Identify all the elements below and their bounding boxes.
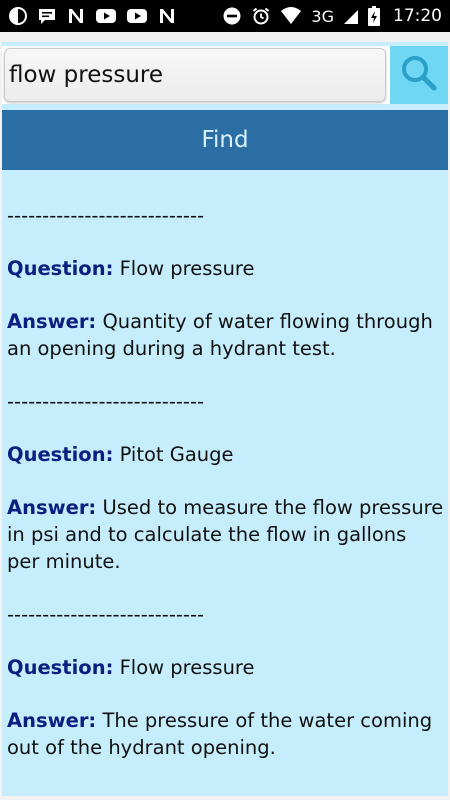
status-bar-right: 3G 17:20 bbox=[222, 6, 442, 26]
question-line: Question: Flow pressure bbox=[7, 255, 444, 282]
answer-line: Answer: The pressure of the water coming… bbox=[7, 707, 444, 761]
question-label: Question: bbox=[7, 443, 114, 466]
status-bar-left bbox=[8, 6, 177, 26]
search-bar bbox=[2, 46, 448, 104]
question-text: Flow pressure bbox=[119, 257, 255, 280]
youtube-icon bbox=[126, 7, 148, 25]
question-label: Question: bbox=[7, 257, 114, 280]
youtube-icon bbox=[95, 7, 117, 25]
question-text: Pitot Gauge bbox=[119, 443, 234, 466]
alarm-clock-icon bbox=[251, 6, 271, 26]
answer-line: Answer: Used to measure the flow pressur… bbox=[7, 494, 444, 575]
cell-signal-icon bbox=[343, 7, 359, 25]
do-not-disturb-icon bbox=[222, 6, 242, 26]
find-button[interactable]: Find bbox=[2, 110, 448, 170]
result-item: ---------------------------- Question: P… bbox=[7, 388, 444, 601]
results-list: ---------------------------- Question: F… bbox=[7, 202, 444, 761]
network-type-label: 3G bbox=[311, 6, 334, 26]
question-line: Question: Flow pressure bbox=[7, 654, 444, 681]
n-app-icon bbox=[157, 6, 177, 26]
answer-line: Answer: Quantity of water flowing throug… bbox=[7, 308, 444, 362]
search-button[interactable] bbox=[390, 46, 448, 104]
separator-line: ---------------------------- bbox=[7, 204, 205, 227]
search-input[interactable] bbox=[4, 48, 386, 102]
battery-charging-icon bbox=[368, 6, 380, 26]
app-content: Find ---------------------------- Questi… bbox=[2, 42, 448, 796]
clock-time: 17:20 bbox=[393, 6, 442, 26]
separator-line: ---------------------------- bbox=[7, 390, 205, 413]
result-item: ---------------------------- Question: F… bbox=[7, 601, 444, 761]
result-item: ---------------------------- Question: F… bbox=[7, 202, 444, 388]
half-moon-icon bbox=[8, 6, 28, 26]
question-text: Flow pressure bbox=[119, 656, 255, 679]
separator-line: ---------------------------- bbox=[7, 603, 205, 626]
answer-label: Answer: bbox=[7, 496, 97, 519]
question-line: Question: Pitot Gauge bbox=[7, 441, 444, 468]
question-label: Question: bbox=[7, 656, 114, 679]
status-bar: 3G 17:20 bbox=[0, 0, 450, 32]
answer-label: Answer: bbox=[7, 310, 97, 333]
answer-label: Answer: bbox=[7, 709, 97, 732]
n-app-icon bbox=[66, 6, 86, 26]
wifi-icon bbox=[280, 6, 302, 26]
search-icon bbox=[399, 53, 439, 97]
message-icon bbox=[37, 6, 57, 26]
